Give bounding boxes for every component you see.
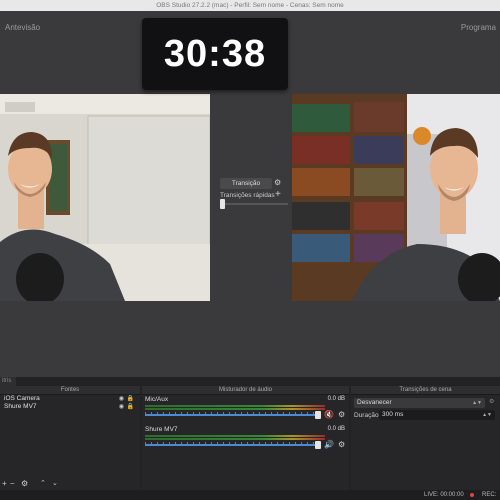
channel-gear-icon[interactable]: ⚙ <box>338 440 345 449</box>
quick-transitions-label: Transições rápidas <box>220 192 275 199</box>
transition-select-value: Desvanecer <box>357 399 392 406</box>
countdown-timer: 30:38 <box>142 18 288 90</box>
live-status: LIVE: 00:00:00 <box>424 492 464 498</box>
program-video-frame <box>292 94 500 301</box>
lock-icon[interactable]: 🔒 <box>127 395 134 403</box>
volume-fader-knob[interactable] <box>315 411 321 419</box>
mixer-channel: Mic/Aux 0.0 dB 🔇 ⚙ <box>142 395 349 425</box>
sources-title: Fontes <box>0 386 140 395</box>
volume-fader-track[interactable] <box>145 414 317 416</box>
channel-name: Mic/Aux <box>145 396 169 403</box>
preview-video-frame <box>0 94 210 301</box>
source-settings-icon[interactable]: ⚙ <box>21 479 28 488</box>
dock-tab-scenes[interactable]: itris <box>0 377 16 386</box>
channel-gear-icon[interactable]: ⚙ <box>338 410 345 419</box>
program-label: Programa <box>460 23 496 32</box>
volume-meter <box>145 438 325 440</box>
mixer-channel: Shure MV7 0.0 dB 🔊 ⚙ <box>142 425 349 455</box>
channel-db: 0.0 dB <box>327 396 345 402</box>
move-down-icon[interactable]: ⌄ <box>52 479 58 487</box>
duration-value: 300 ms <box>382 411 404 418</box>
stepper-arrows-icon[interactable]: ▲▼ <box>482 410 492 420</box>
eye-icon[interactable]: ◉ <box>119 395 124 403</box>
transition-controls: Transição ⚙ Transições rápidas + <box>214 91 289 291</box>
transition-options-icon[interactable]: ⚙ <box>489 398 494 405</box>
add-quick-transition-icon[interactable]: + <box>275 189 281 200</box>
mixer-title: Misturador de áudio <box>142 386 349 395</box>
sources-toolbar: + − ⚙ ⌃ ⌄ <box>0 479 140 490</box>
bottom-dock: itris Fontes iOS Camera ◉ 🔒 Shure MV7 ◉ … <box>0 377 500 500</box>
audio-mixer-panel: Misturador de áudio Mic/Aux 0.0 dB 🔇 ⚙ S… <box>142 386 349 490</box>
eye-icon[interactable]: ◉ <box>119 403 124 411</box>
volume-fader-track[interactable] <box>145 444 317 446</box>
status-bar: LIVE: 00:00:00 REC: 0 <box>0 490 500 500</box>
sources-panel: Fontes iOS Camera ◉ 🔒 Shure MV7 ◉ 🔒 + − … <box>0 386 140 490</box>
muted-speaker-icon[interactable]: 🔇 <box>324 410 334 419</box>
tbar-handle[interactable] <box>220 199 225 209</box>
transition-gear-icon[interactable]: ⚙ <box>274 178 281 188</box>
scene-transitions-panel: Transições de cena Desvanecer ▲▼ ⚙ Duraç… <box>351 386 500 490</box>
duration-label: Duração <box>354 412 379 419</box>
source-item[interactable]: Shure MV7 ◉ 🔒 <box>0 403 140 411</box>
program-canvas <box>292 94 500 301</box>
volume-meter <box>145 435 325 437</box>
channel-db: 0.0 dB <box>327 426 345 432</box>
duration-field[interactable]: 300 ms ▲▼ <box>379 410 495 420</box>
main-area: Antevisão Programa 30:38 Transição ⚙ Tra… <box>0 11 500 377</box>
preview-label: Antevisão <box>5 23 41 32</box>
window-title: OBS Studio 27.2.2 (mac) - Perfil: Sem no… <box>0 0 500 11</box>
speaker-icon[interactable]: 🔊 <box>324 440 334 449</box>
volume-fader-knob[interactable] <box>315 441 321 449</box>
source-name: iOS Camera <box>4 395 40 402</box>
rec-status: REC: 0 <box>482 492 497 498</box>
volume-meter <box>145 408 325 410</box>
remove-source-icon[interactable]: − <box>10 479 15 488</box>
select-arrows-icon: ▲▼ <box>472 400 482 406</box>
lock-icon[interactable]: 🔒 <box>127 403 134 411</box>
scene-transitions-title: Transições de cena <box>351 386 500 395</box>
add-source-icon[interactable]: + <box>2 479 7 488</box>
volume-meter <box>145 405 325 407</box>
rec-dot-icon <box>470 493 474 497</box>
transition-select[interactable]: Desvanecer ▲▼ <box>354 398 485 408</box>
channel-name: Shure MV7 <box>145 426 178 433</box>
tbar-track <box>220 203 288 205</box>
source-name: Shure MV7 <box>4 403 37 410</box>
source-item[interactable]: iOS Camera ◉ 🔒 <box>0 395 140 403</box>
move-up-icon[interactable]: ⌃ <box>40 479 46 487</box>
transition-button[interactable]: Transição <box>220 178 272 189</box>
preview-canvas[interactable] <box>0 94 210 301</box>
